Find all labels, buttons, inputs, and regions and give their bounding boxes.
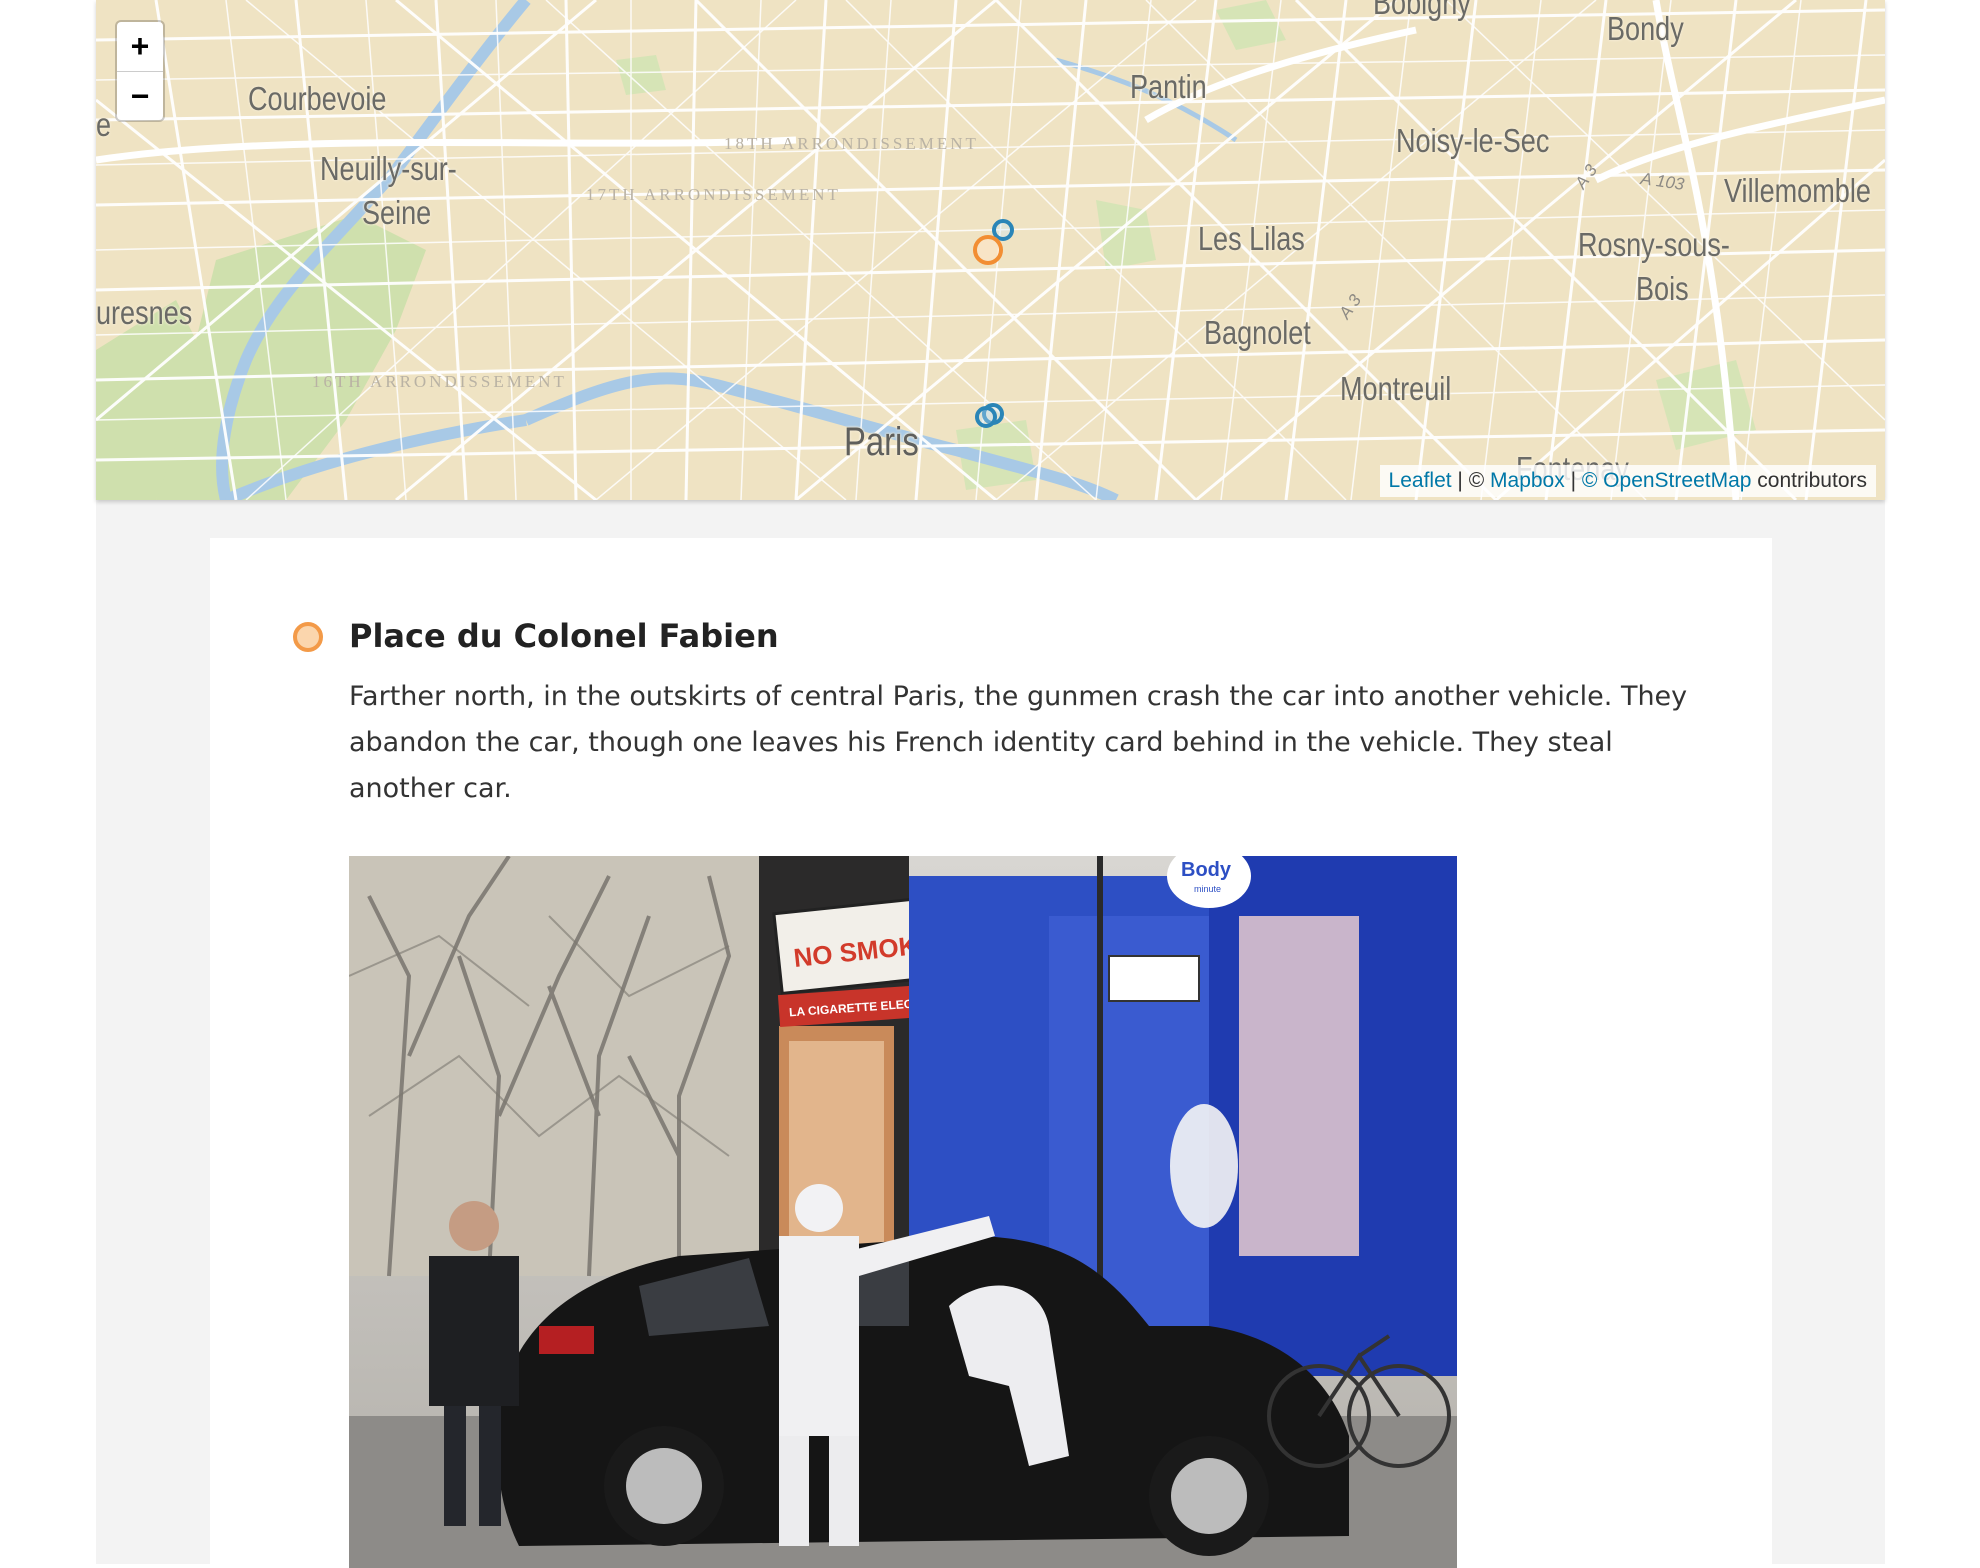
map-label-17th-arrondissement: 17TH ARRONDISSEMENT [586,185,841,204]
store-sign: Body [1181,859,1232,881]
store-sign-sub: minute [1194,884,1221,894]
map-label-noisy-le-sec: Noisy-le-Sec [1396,122,1550,159]
attribution-separator: | © [1451,469,1491,492]
story-card: Place du Colonel Fabien Farther north, i… [210,538,1772,1568]
map-label-edge: e [96,106,112,143]
mapbox-link[interactable]: Mapbox [1490,469,1565,492]
map-label-paris: Paris [844,420,919,464]
entry-description: Farther north, in the outskirts of centr… [349,681,1688,804]
map-label-suresnes: uresnes [96,294,193,331]
map-label-16th-arrondissement: 16TH ARRONDISSEMENT [312,372,567,391]
map-marker-active[interactable] [973,235,1003,265]
entry-title: Place du Colonel Fabien [349,617,779,655]
location-marker-icon [293,622,323,652]
map-label-neuilly: Neuilly-sur- [320,150,457,187]
zoom-control: + − [115,20,165,122]
map-attribution: Leaflet | © Mapbox | © OpenStreetMap con… [1379,465,1876,497]
map-label-bagnolet: Bagnolet [1204,314,1311,351]
map-label-montreuil: Montreuil [1340,370,1452,407]
map-label-pantin: Pantin [1130,68,1207,105]
map-label-bondy: Bondy [1607,10,1684,47]
attribution-suffix: contributors [1751,469,1867,492]
map-marker-location[interactable] [975,406,997,428]
scene-photo: NO SMOKING! LA CIGARETTE ELECTRONIQUE Bo… [349,856,1457,1568]
zoom-in-button[interactable]: + [117,22,163,72]
leaflet-link[interactable]: Leaflet [1389,469,1452,492]
attribution-separator: | [1564,469,1582,492]
map-label-18th-arrondissement: 18TH ARRONDISSEMENT [724,134,979,153]
map[interactable]: Courbevoie Neuilly-sur- Seine uresnes e … [96,0,1885,500]
map-label-les-lilas: Les Lilas [1198,220,1305,257]
openstreetmap-link[interactable]: © OpenStreetMap [1582,469,1752,492]
map-label-courbevoie: Courbevoie [248,80,387,117]
zoom-out-button[interactable]: − [117,72,163,121]
scene-photo-image: NO SMOKING! LA CIGARETTE ELECTRONIQUE Bo… [349,856,1457,1568]
map-label-neuilly-2: Seine [362,194,432,231]
map-label-bobigny: Bobigny [1373,0,1471,21]
map-label-rosny-sous-bois-2: Bois [1636,270,1689,307]
map-label-villemomble: Villemomble [1724,172,1871,209]
map-label-rosny-sous-bois: Rosny-sous- [1578,226,1730,263]
